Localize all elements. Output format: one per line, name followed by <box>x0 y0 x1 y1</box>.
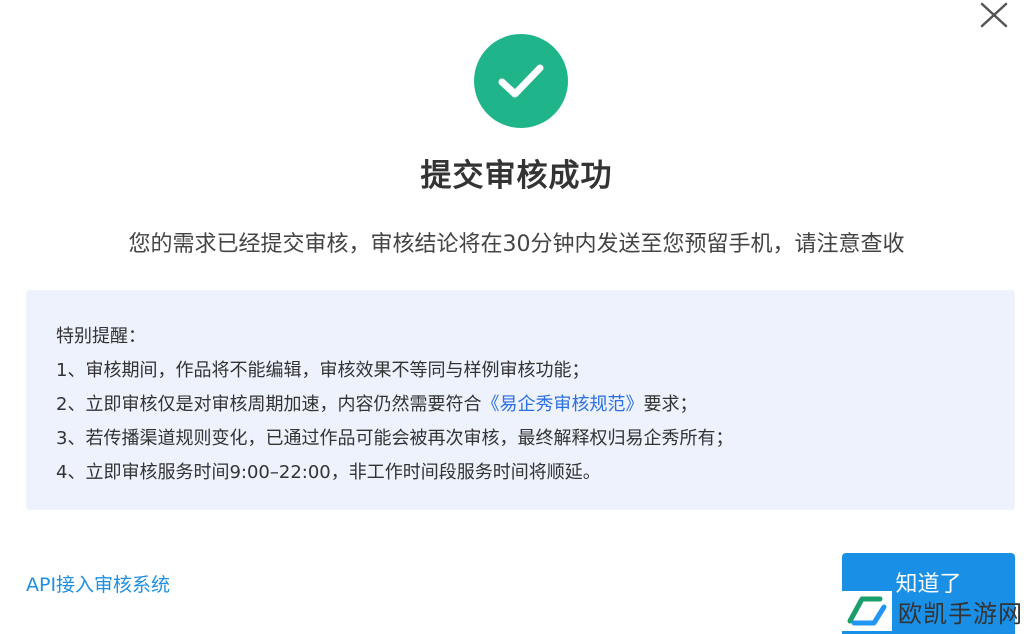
close-icon <box>980 2 1008 28</box>
notice-item-1: 1、审核期间，作品将不能编辑，审核效果不等同与样例审核功能； <box>56 360 590 381</box>
close-button[interactable] <box>974 0 1014 30</box>
notice-box: 特别提醒： 1、审核期间，作品将不能编辑，审核效果不等同与样例审核功能； 2、立… <box>26 290 1015 510</box>
notice-item-2-suffix: 要求； <box>643 394 698 415</box>
notice-item-2-prefix: 2、立即审核仅是对审核周期加速，内容仍然需要符合 <box>56 394 482 415</box>
review-success-dialog: 提交审核成功 您的需求已经提交审核，审核结论将在30分钟内发送至您预留手机，请注… <box>0 0 1033 634</box>
notice-item-3: 3、若传播渠道规则变化，已通过作品可能会被再次审核，最终解释权归易企秀所有； <box>56 428 734 449</box>
watermark-text: 欧凯手游网 <box>898 599 1023 628</box>
review-guidelines-link[interactable]: 《易企秀审核规范》 <box>481 394 643 415</box>
notice-heading: 特别提醒： <box>56 326 146 347</box>
watermark-logo-icon <box>840 591 892 631</box>
api-review-system-link[interactable]: API接入审核系统 <box>26 570 170 597</box>
watermark: 欧凯手游网 <box>840 588 1033 634</box>
dialog-title: 提交审核成功 <box>420 158 613 194</box>
checkmark-circle-icon <box>474 34 568 128</box>
notice-item-4: 4、立即审核服务时间9:00–22:00，非工作时间段服务时间将顺延。 <box>56 462 601 483</box>
notice-item-2: 2、立即审核仅是对审核周期加速，内容仍然需要符合《易企秀审核规范》要求； <box>56 388 1015 422</box>
dialog-subtitle: 您的需求已经提交审核，审核结论将在30分钟内发送至您预留手机，请注意查收 <box>128 232 905 257</box>
